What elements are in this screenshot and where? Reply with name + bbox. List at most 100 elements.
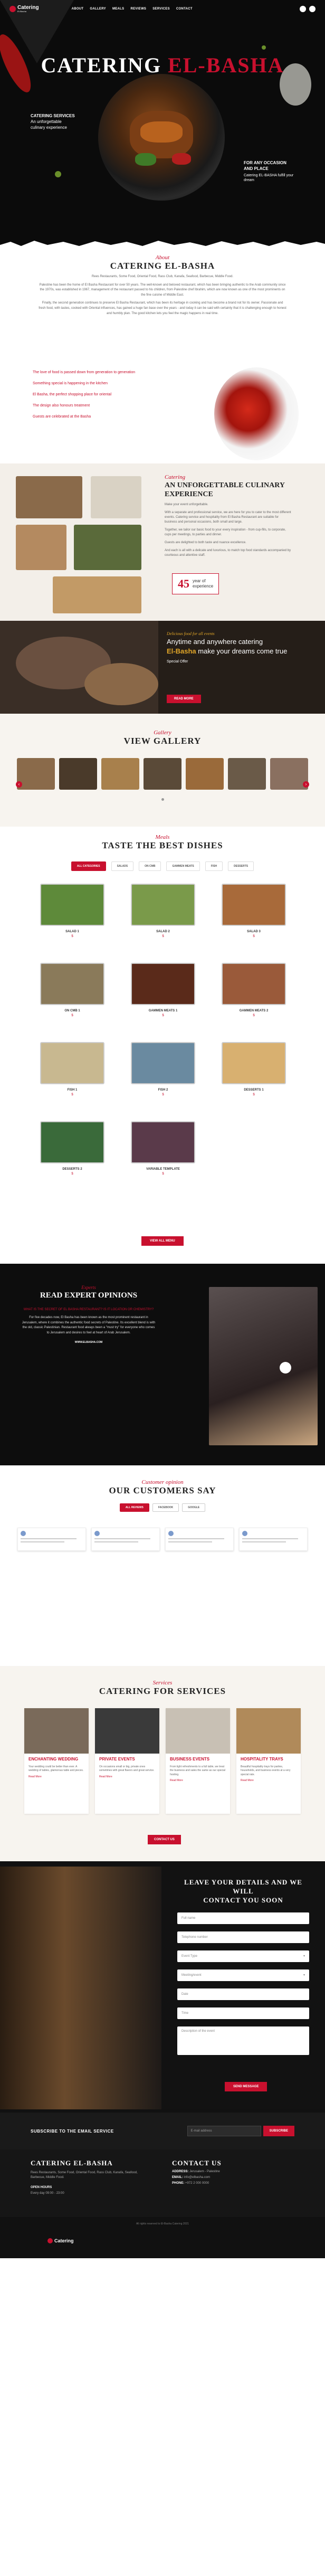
nav-contact[interactable]: CONTACT (176, 7, 193, 11)
nav-meals[interactable]: MEALS (112, 7, 125, 11)
dish-card[interactable]: FISH 1 $ (35, 1042, 110, 1103)
expert-eyebrow: Experts (81, 1285, 96, 1290)
gallery-carousel (0, 758, 325, 790)
header: Catering El-Basha ABOUT GALLERY MEALS REV… (0, 0, 325, 18)
facebook-icon[interactable] (300, 6, 306, 12)
dish-card[interactable]: SALAD 1 $ (35, 884, 110, 945)
gallery-photo[interactable] (101, 758, 139, 790)
full-name-field[interactable]: Full name (177, 1912, 309, 1924)
phone-field[interactable]: Telephone number (177, 1931, 309, 1943)
date-field[interactable]: Date (177, 1988, 309, 2000)
dishes-section: Meals TASTE THE BEST DISHES ALL CATEGORI… (0, 827, 325, 1264)
description-textarea[interactable]: Description of the event (177, 2026, 309, 2055)
gallery-photo[interactable] (17, 758, 55, 790)
experience-label-1: year of (193, 579, 206, 584)
tab-gammen-meats[interactable]: GAMMEN MEATS (166, 861, 200, 871)
offer-line-1: Anytime and anywhere catering (167, 638, 263, 646)
hero-right-caption: FOR ANY OCCASION AND PLACE Catering EL-B… (244, 160, 300, 183)
dish-card[interactable]: SALAD 3 $ (216, 884, 291, 945)
gallery-next-icon[interactable]: › (303, 781, 309, 788)
meeting-event-select[interactable]: Meeting/event ▾ (177, 1969, 309, 1981)
nav-gallery[interactable]: GALLERY (90, 7, 106, 11)
tab-google[interactable]: GOOGLE (182, 1503, 206, 1512)
dish-card[interactable]: DESSERTS 2 $ (35, 1121, 110, 1182)
services-eyebrow: Services (152, 1680, 173, 1686)
offer-banner: Delicious food for all events Anytime an… (0, 621, 325, 714)
tab-salads[interactable]: SALADS (111, 861, 134, 871)
tab-all-categories[interactable]: ALL CATEGORIES (71, 861, 106, 871)
email-link[interactable]: info@elbasha.com (184, 2176, 210, 2179)
dish-card[interactable]: ON CMB 1 $ (35, 963, 110, 1024)
service-name: BUSINESS EVENTS (170, 1757, 210, 1761)
hero-left-caption: CATERING SERVICES An unforgettable culin… (31, 113, 75, 130)
send-message-button[interactable]: SEND MESSAGE (225, 2082, 267, 2091)
tab-all-reviews[interactable]: ALL REVIEWS (119, 1503, 149, 1512)
dishes-title: TASTE THE BEST DISHES (102, 840, 223, 850)
dish-price: $ (71, 1093, 73, 1096)
dish-name: DESSERTS 1 (244, 1088, 264, 1092)
tomato-image (214, 367, 299, 460)
nav-services[interactable]: SERVICES (152, 7, 170, 11)
tab-desserts[interactable]: DESSERTS (228, 861, 254, 871)
phone-label: PHONE: (172, 2182, 185, 2185)
gallery-prev-icon[interactable]: ‹ (16, 781, 22, 788)
service-read-more[interactable]: Read More (24, 1773, 89, 1778)
subscribe-button[interactable]: SUBSCRIBE (263, 2126, 294, 2136)
service-card[interactable]: PRIVATE EVENTS On occasions small or big,… (95, 1708, 159, 1814)
event-type-select[interactable]: Event Type ▾ (177, 1950, 309, 1962)
dish-name: FISH 1 (67, 1088, 78, 1092)
view-all-menu-button[interactable]: VIEW ALL MENU (141, 1236, 184, 1246)
gallery-photo[interactable] (228, 758, 266, 790)
expert-question: WHAT IS THE SECRET OF EL BASHA RESTAURAN… (23, 1308, 154, 1311)
service-card[interactable]: HOSPITALITY TRAYS Beautiful hospitality t… (236, 1708, 301, 1814)
service-card[interactable]: BUSINESS EVENTS From light refreshments t… (166, 1708, 230, 1814)
service-read-more[interactable]: Read More (166, 1777, 230, 1782)
dish-card[interactable]: GAMMEN MEATS 2 $ (216, 963, 291, 1024)
footer-logo[interactable]: Catering (47, 2238, 74, 2243)
nav-reviews[interactable]: REVIEWS (130, 7, 146, 11)
time-field[interactable]: Time (177, 2007, 309, 2019)
dish-card[interactable]: FISH 2 $ (126, 1042, 200, 1103)
service-read-more[interactable]: Read More (95, 1773, 159, 1778)
dish-price: $ (71, 1172, 73, 1176)
food-photo (16, 476, 82, 518)
review-source-tabs: ALL REVIEWS FACEBOOK GOOGLE (0, 1503, 325, 1512)
logo[interactable]: Catering El-Basha (9, 5, 39, 13)
tab-fish[interactable]: FISH (205, 861, 223, 871)
form-title-1: LEAVE YOUR DETAILS AND WE WILL (184, 1878, 302, 1895)
carousel-dot[interactable] (161, 798, 164, 801)
about-paragraph-1: Rees Restaurants, Some Food, Oriental Fo… (91, 275, 234, 278)
experience-eyebrow: Catering (165, 474, 186, 480)
offer-read-more-button[interactable]: READ MORE (167, 695, 201, 703)
tab-on-cmb[interactable]: ON CMB (139, 861, 161, 871)
address-label: ADDRESS: (172, 2170, 189, 2173)
phone-link[interactable]: +972 2 000 0000 (185, 2182, 209, 2185)
gallery-photo[interactable] (186, 758, 224, 790)
dish-price: $ (253, 1093, 255, 1096)
dish-card[interactable]: DESSERTS 1 $ (216, 1042, 291, 1103)
expert-badge[interactable]: WWW.ELBASHA.COM (21, 1341, 156, 1344)
nav-about[interactable]: ABOUT (72, 7, 84, 11)
about-paragraph-2: Palestine has been the home of El Basha … (39, 283, 286, 297)
subscribe-email-input[interactable]: E-mail address (187, 2126, 261, 2136)
menu-icon[interactable] (309, 6, 316, 12)
dish-card[interactable]: VARIABLE TEMPLATE $ (126, 1121, 200, 1182)
service-name: HOSPITALITY TRAYS (241, 1757, 283, 1761)
address-value: Jerusalem - Palestine (189, 2170, 220, 2173)
dish-card[interactable]: SALAD 2 $ (126, 884, 200, 945)
gallery-photo[interactable] (59, 758, 97, 790)
experience-paragraph: With a separate and professional service… (165, 510, 291, 524)
dish-card[interactable]: GAMMEN MEATS 1 $ (126, 963, 200, 1024)
review-cards (0, 1528, 325, 1551)
service-read-more[interactable]: Read More (236, 1777, 301, 1782)
play-icon[interactable] (280, 1362, 291, 1374)
experience-paragraph: Together, we tailor our basic food to yo… (165, 528, 286, 536)
dish-price: $ (162, 1093, 164, 1096)
gallery-eyebrow: Gallery (154, 730, 171, 736)
service-card[interactable]: ENCHANTING WEDDING Your wedding could be … (24, 1708, 89, 1814)
contact-us-button[interactable]: CONTACT US (148, 1835, 181, 1844)
gallery-photo[interactable] (144, 758, 181, 790)
review-card (165, 1528, 234, 1551)
avatar (242, 1531, 247, 1536)
tab-facebook[interactable]: FACEBOOK (152, 1503, 179, 1512)
